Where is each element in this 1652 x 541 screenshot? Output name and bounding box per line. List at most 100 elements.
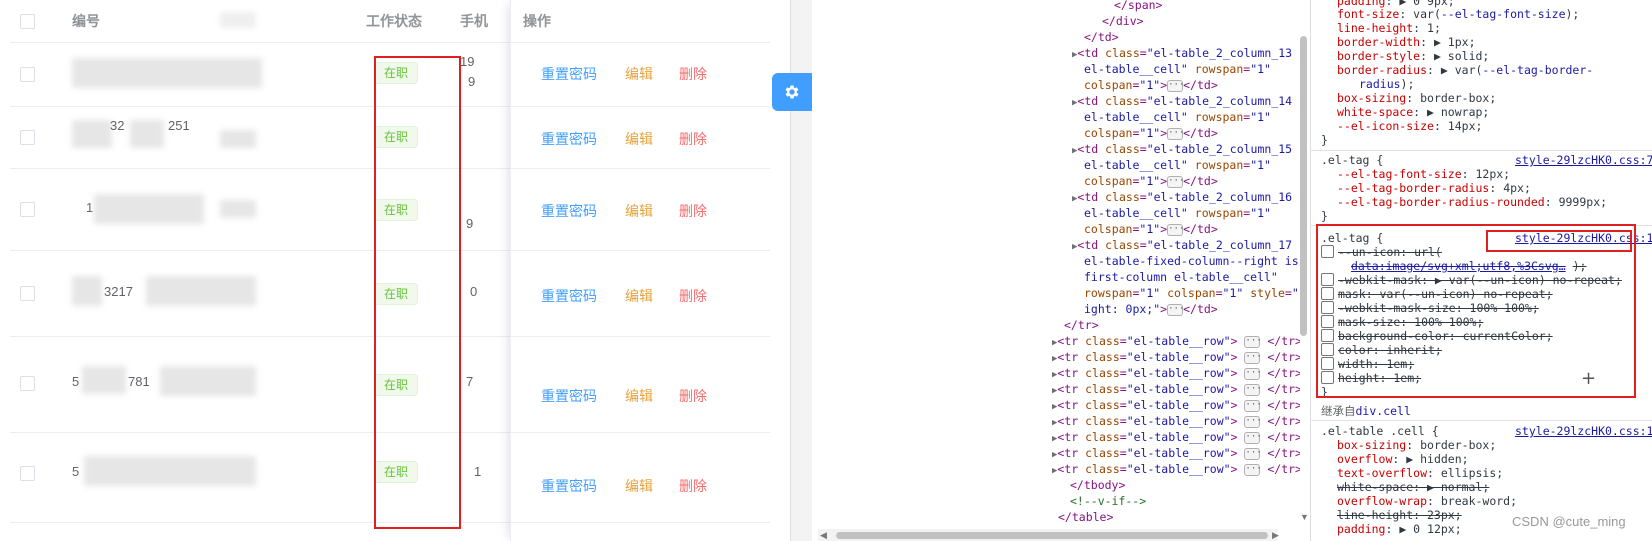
tree-line[interactable]: </td> [1084,29,1119,45]
style-decl[interactable]: --el-tag-border-radius-rounded: 9999px; [1337,195,1607,209]
row-checkbox[interactable] [20,376,35,391]
reset-password-button[interactable]: 重置密码 [541,286,597,306]
blurred-cell [84,456,256,486]
style-decl[interactable]: box-sizing: border-box; [1337,438,1496,452]
edit-button[interactable]: 编辑 [625,129,653,149]
style-decl[interactable]: overflow-wrap: break-word; [1337,494,1517,508]
edit-button[interactable]: 编辑 [625,386,653,406]
rule-selector[interactable]: .el-tag { [1321,153,1383,167]
stylesheet-link[interactable]: style-29lzcHK0.css:7 [1515,153,1652,167]
id-partial: 5 [72,374,80,389]
blurred-cell [72,58,262,88]
style-decl[interactable]: white-space: ▶ normal; [1337,480,1489,494]
delete-button[interactable]: 删除 [679,476,707,496]
style-decl[interactable]: border-radius: ▶ var(--el-tag-border- [1337,63,1593,77]
delete-button[interactable]: 删除 [679,286,707,306]
tree-line: ight: 0px;">···</td> [1084,302,1218,316]
id-partial: 5 [72,464,80,479]
edit-button[interactable]: 编辑 [625,201,653,221]
row-checkbox[interactable] [20,130,35,145]
scroll-down-arrow-icon[interactable]: ▼ [1300,512,1309,522]
style-decl[interactable]: --el-tag-border-radius: 4px; [1337,181,1531,195]
style-decl[interactable]: font-size: var(--el-tag-font-size); [1337,7,1579,21]
tree-line[interactable]: ▶<td class="el-table_2_column_13 [1072,45,1292,61]
tree-line[interactable]: </tbody> [1070,477,1125,493]
blurred-header [220,12,256,28]
style-decl[interactable]: overflow: ▶ hidden; [1337,452,1469,466]
style-decl[interactable]: text-overflow: ellipsis; [1337,466,1503,480]
blurred-cell [130,120,164,148]
tree-line[interactable]: ▶<tr class="el-table__row"> ··· </tr> [1052,461,1300,477]
blurred-cell [220,130,256,148]
tree-line: el-table__cell" rowspan="1" [1084,206,1271,220]
blurred-cell [220,200,256,218]
tree-line[interactable]: </tr> [1064,317,1099,333]
phone-partial: 1 [474,464,482,479]
rule-divider [1311,150,1652,151]
delete-button[interactable]: 删除 [679,64,707,84]
tree-line[interactable]: </span> [1114,0,1162,13]
divider [511,336,770,337]
row-checkbox[interactable] [20,466,35,481]
tree-line[interactable]: ▶<td class="el-table_2_column_14 [1072,93,1292,109]
tree-line[interactable]: ▶<tr class="el-table__row"> ··· </tr> [1052,333,1300,349]
style-decl[interactable]: line-height: 23px; [1337,508,1462,522]
tree-line[interactable]: </table> [1058,509,1113,525]
tree-line: colspan="1">···</td> [1084,78,1218,92]
style-decl[interactable]: box-sizing: border-box; [1337,91,1496,105]
reset-password-button[interactable]: 重置密码 [541,64,597,84]
inherit-target-link[interactable]: div.cell [1356,404,1411,418]
row-checkbox[interactable] [20,202,35,217]
tree-line: el-table-fixed-column--right is- [1084,254,1300,268]
divider [511,106,770,107]
tree-line[interactable]: ▶<tr class="el-table__row"> ··· </tr> [1052,413,1300,429]
reset-password-button[interactable]: 重置密码 [541,201,597,221]
style-decl[interactable]: white-space: ▶ nowrap; [1337,105,1489,119]
style-decl[interactable]: line-height: 1; [1337,21,1441,35]
tree-line[interactable]: </div> [1102,13,1144,29]
header-id: 编号 [72,13,100,29]
phone-partial: 9 [468,74,476,89]
tree-line[interactable]: ▶<tr class="el-table__row"> ··· </tr> [1052,349,1300,365]
tree-line: el-table__cell" rowspan="1" [1084,62,1271,76]
tree-line[interactable]: ▶<tr class="el-table__row"> ··· </tr> [1052,365,1300,381]
edit-button[interactable]: 编辑 [625,64,653,84]
rule-selector[interactable]: .el-table .cell { [1321,424,1439,438]
style-decl: radius); [1359,77,1415,91]
tree-line[interactable]: ▶<td class="el-table_2_column_17 [1072,237,1292,253]
reset-password-button[interactable]: 重置密码 [541,386,597,406]
divider [511,168,770,169]
style-decl[interactable]: border-width: ▶ 1px; [1337,35,1476,49]
delete-button[interactable]: 删除 [679,386,707,406]
style-decl[interactable]: border-style: ▶ solid; [1337,49,1489,63]
edit-button[interactable]: 编辑 [625,476,653,496]
tree-line[interactable]: ▶<td class="el-table_2_column_16 [1072,189,1292,205]
style-decl[interactable]: --el-tag-font-size: 12px; [1337,167,1510,181]
row-checkbox[interactable] [20,286,35,301]
elements-vertical-scrollbar[interactable] [1300,36,1307,336]
row-checkbox[interactable] [20,67,35,82]
divider [511,250,770,251]
scroll-right-arrow-icon[interactable]: ▶ [1272,530,1279,541]
reset-password-button[interactable]: 重置密码 [541,476,597,496]
style-decl[interactable]: padding: ▶ 0 12px; [1337,522,1462,536]
tree-line[interactable]: <!--v-if--> [1070,493,1146,509]
tree-line[interactable]: ▶<tr class="el-table__row"> ··· </tr> [1052,397,1300,413]
delete-button[interactable]: 删除 [679,129,707,149]
settings-drawer-toggle[interactable] [772,73,812,111]
tree-line[interactable]: ▶<tr class="el-table__row"> ··· </tr> [1052,381,1300,397]
tree-line: colspan="1">···</td> [1084,126,1218,140]
delete-button[interactable]: 删除 [679,201,707,221]
select-all-checkbox[interactable] [20,14,35,29]
edit-button[interactable]: 编辑 [625,286,653,306]
tree-line[interactable]: ▶<tr class="el-table__row"> ··· </tr> [1052,445,1300,461]
phone-partial: 0 [470,284,478,299]
style-decl[interactable]: --el-icon-size: 14px; [1337,119,1482,133]
reset-password-button[interactable]: 重置密码 [541,129,597,149]
tree-line[interactable]: ▶<tr class="el-table__row"> ··· </tr> [1052,429,1300,445]
tree-line[interactable]: ▶<td class="el-table_2_column_15 [1072,141,1292,157]
elements-horizontal-scrollbar[interactable] [836,532,1268,539]
scroll-left-arrow-icon[interactable]: ◀ [820,530,827,541]
stylesheet-link[interactable]: style-29lzcHK0.css:1 [1515,424,1652,438]
elements-tree: </span> </div> </td> ▶<td class="el-tabl… [812,0,1300,541]
